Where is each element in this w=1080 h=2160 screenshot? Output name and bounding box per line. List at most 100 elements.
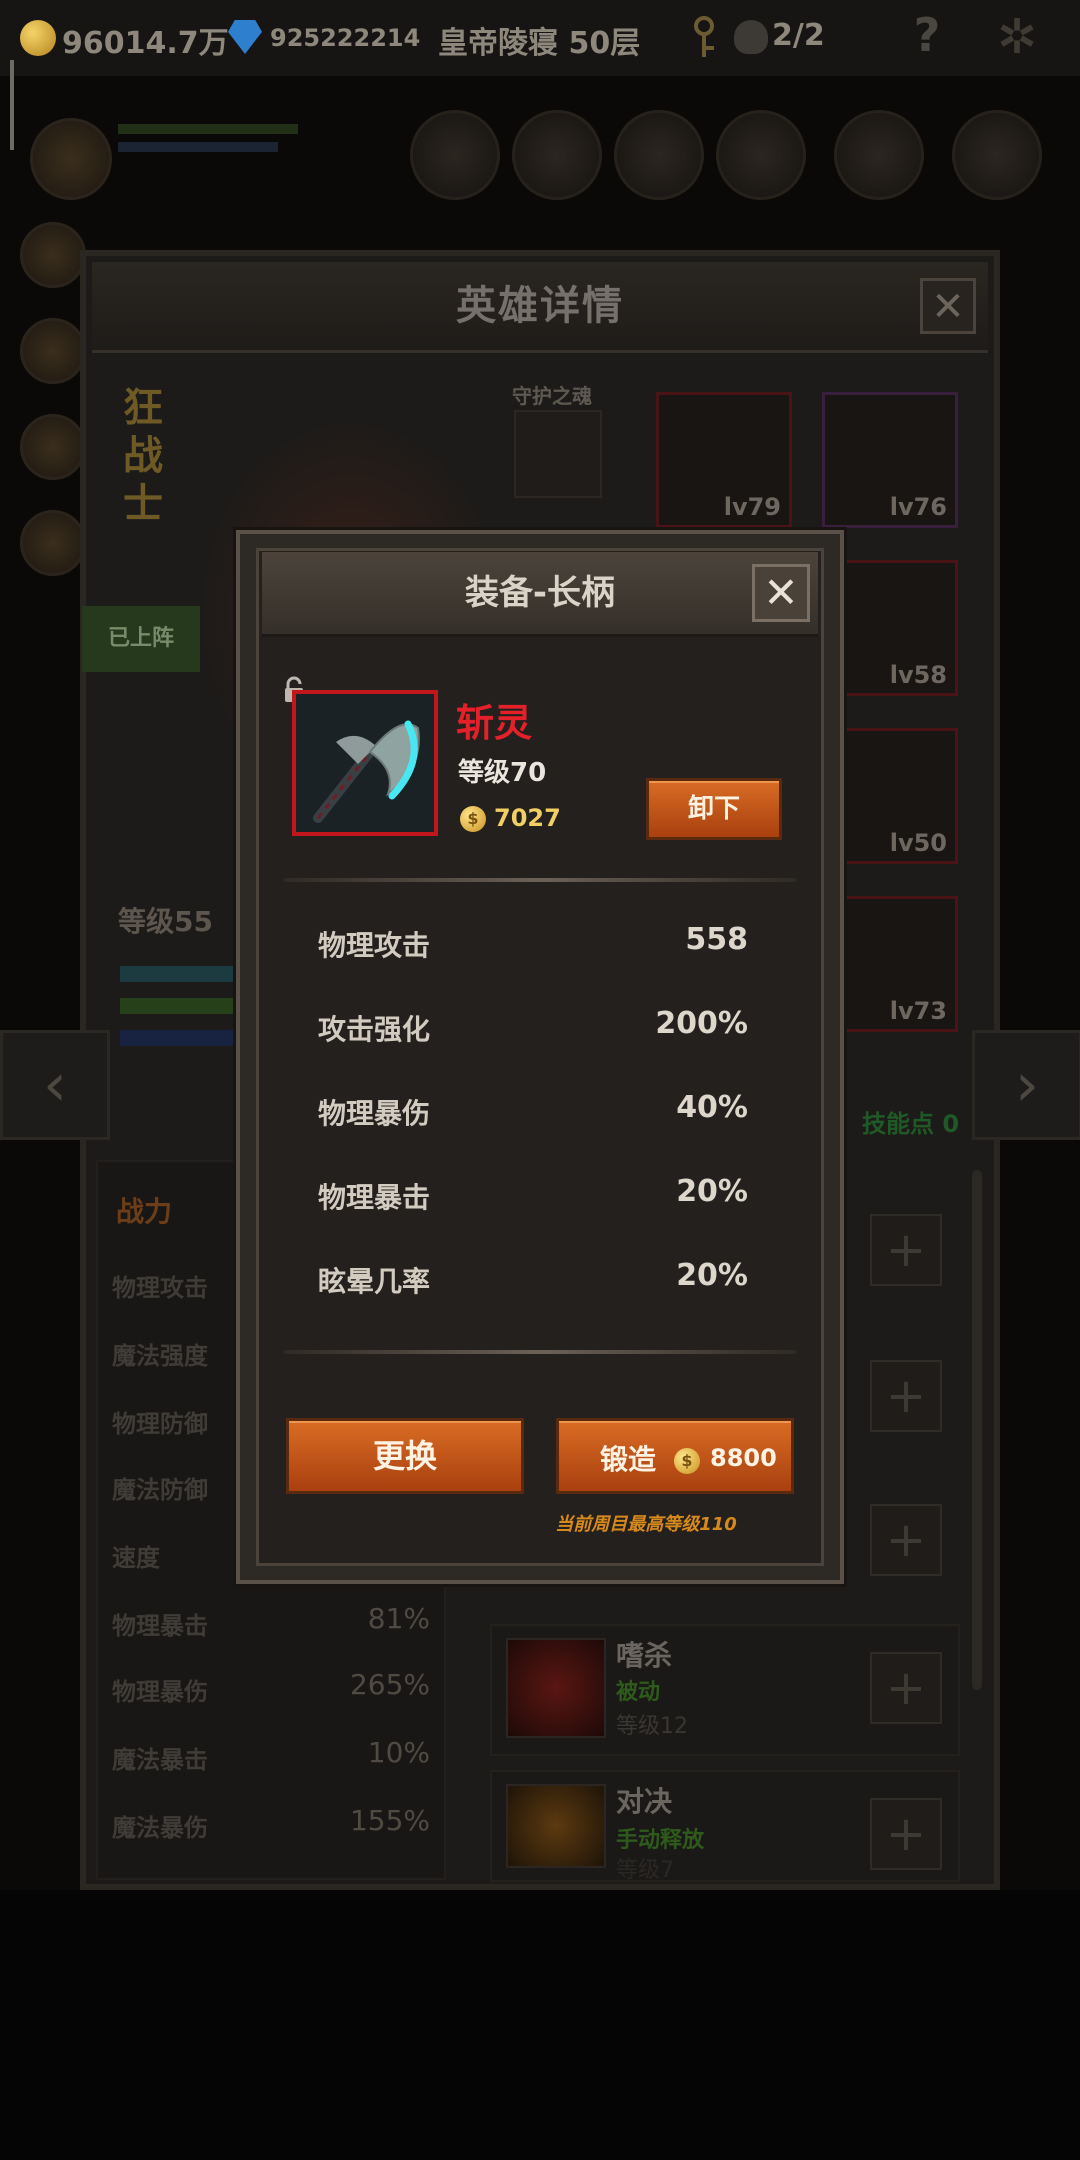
guardian-soul-slot[interactable] — [514, 410, 602, 498]
stat-value: 10% — [367, 1736, 430, 1769]
hero-class-char-3: 士 — [123, 481, 163, 527]
item-sell-price: 7027 — [494, 804, 561, 832]
stat-label: 物理暴击 — [112, 1612, 208, 1640]
exp-bar-2 — [120, 998, 240, 1014]
divider — [284, 878, 796, 882]
hp-bar — [118, 124, 298, 134]
gear-level: lv58 — [889, 661, 947, 689]
gear-level: lv76 — [889, 493, 947, 521]
team-slot-2[interactable] — [512, 110, 602, 200]
unequip-button[interactable]: 卸下 — [646, 778, 782, 840]
gold-coin-icon: $ — [460, 806, 486, 832]
hero-panel-close-button[interactable]: ✕ — [920, 278, 976, 334]
skill-icon — [506, 1784, 606, 1868]
mp-bar — [118, 142, 278, 152]
forge-cost: 8800 — [710, 1444, 777, 1472]
side-avatar-4[interactable] — [20, 510, 86, 576]
skill-upgrade-button[interactable]: + — [870, 1360, 942, 1432]
skill-upgrade-button[interactable]: + — [870, 1504, 942, 1576]
tower-progress[interactable]: 皇帝陵寝 50层 — [438, 18, 640, 62]
stat-value: 155% — [349, 1804, 430, 1837]
skill-name: 嗜杀 — [616, 1639, 673, 1672]
hero-level: 等级55 — [118, 905, 213, 938]
gear-level: lv73 — [889, 997, 947, 1025]
item-stat-value: 20% — [676, 1174, 748, 1209]
stat-label: 物理防御 — [112, 1410, 208, 1438]
skill-points: 技能点 0 — [862, 1110, 960, 1138]
divider — [284, 1350, 796, 1354]
hero-class-char-2: 战 — [123, 433, 163, 479]
skill-type: 手动释放 — [616, 1828, 705, 1853]
prev-hero-arrow-icon[interactable]: ‹ — [0, 1030, 110, 1140]
stat-label: 魔法强度 — [112, 1342, 208, 1370]
stat-label: 物理暴伤 — [112, 1678, 208, 1706]
gold-coin-icon: $ — [674, 1448, 700, 1474]
bottom-empty-area — [0, 1890, 1080, 2160]
hero-avatar[interactable] — [30, 118, 112, 200]
dialog-close-button[interactable]: ✕ — [752, 564, 810, 622]
guardian-soul-label: 守护之魂 — [512, 384, 592, 408]
tab-power[interactable]: 战力 — [116, 1190, 172, 1230]
hero-panel-title: 英雄详情 — [456, 283, 624, 329]
item-stat-label: 物理攻击 — [318, 929, 431, 962]
team-slot-4[interactable] — [716, 110, 806, 200]
help-icon[interactable]: ? — [900, 8, 954, 62]
skill-type: 被动 — [616, 1680, 661, 1705]
skill-upgrade-button[interactable]: + — [870, 1798, 942, 1870]
stat-label: 魔法防御 — [112, 1476, 208, 1504]
item-stat-value: 558 — [685, 922, 748, 957]
side-avatar-3[interactable] — [20, 414, 86, 480]
item-stat-label: 攻击强化 — [318, 1013, 431, 1046]
skill-level: 等级12 — [616, 1714, 688, 1739]
item-level: 等级70 — [458, 758, 547, 788]
stat-value: 265% — [349, 1668, 430, 1701]
gear-level: lv50 — [889, 829, 947, 857]
key-icon — [694, 16, 714, 57]
item-name: 斩灵 — [456, 701, 533, 745]
team-slot-6[interactable] — [952, 110, 1042, 200]
skull-icon — [734, 20, 768, 54]
gem-amount: 925222214 — [270, 24, 421, 52]
skill-level: 等级7 — [616, 1858, 674, 1883]
deployed-tag: 已上阵 — [82, 606, 200, 672]
skill-upgrade-button[interactable]: + — [870, 1214, 942, 1286]
replace-button[interactable]: 更换 — [286, 1418, 524, 1494]
item-stat-value: 200% — [655, 1006, 748, 1041]
exp-bar-1 — [120, 966, 240, 982]
hero-class-char-1: 狂 — [123, 385, 163, 431]
equipment-dialog-title: 装备-长柄 — [464, 573, 616, 613]
item-stat-label: 物理暴伤 — [318, 1097, 431, 1130]
stat-value: 81% — [367, 1602, 430, 1635]
exp-bar-3 — [120, 1030, 240, 1046]
settings-gear-icon[interactable]: ✲ — [990, 10, 1044, 64]
attempts-ratio: 2/2 — [772, 18, 825, 53]
skill-upgrade-button[interactable]: + — [870, 1652, 942, 1724]
gear-slot-weapon[interactable]: lv79 — [656, 392, 792, 528]
item-stat-value: 20% — [676, 1258, 748, 1293]
edge-indicator — [10, 60, 14, 150]
next-hero-arrow-icon[interactable]: › — [972, 1030, 1080, 1140]
item-stat-value: 40% — [676, 1090, 748, 1125]
stat-label: 魔法暴击 — [112, 1746, 208, 1774]
max-level-note: 当前周目最高等级110 — [555, 1514, 737, 1535]
skill-list-scrollbar[interactable] — [972, 1170, 982, 1690]
stat-label: 物理攻击 — [112, 1274, 208, 1302]
gold-coin-icon — [20, 20, 56, 56]
skill-name: 对决 — [616, 1785, 673, 1818]
item-stat-label: 物理暴击 — [318, 1181, 431, 1214]
team-slot-3[interactable] — [614, 110, 704, 200]
stat-label: 速度 — [112, 1544, 160, 1572]
gold-amount: 96014.7万 — [62, 26, 229, 61]
polearm-axe-icon — [296, 694, 434, 832]
side-avatar-1[interactable] — [20, 222, 86, 288]
stat-label: 魔法暴伤 — [112, 1814, 208, 1842]
item-stat-label: 眩晕几率 — [318, 1265, 431, 1298]
forge-label: 锻造 — [600, 1443, 657, 1476]
side-avatar-2[interactable] — [20, 318, 86, 384]
skill-icon — [506, 1638, 606, 1738]
gear-slot-necklace[interactable]: lv76 — [822, 392, 958, 528]
team-slot-1[interactable] — [410, 110, 500, 200]
team-slot-5[interactable] — [834, 110, 924, 200]
gear-level: lv79 — [723, 493, 781, 521]
item-icon-frame[interactable] — [292, 690, 438, 836]
